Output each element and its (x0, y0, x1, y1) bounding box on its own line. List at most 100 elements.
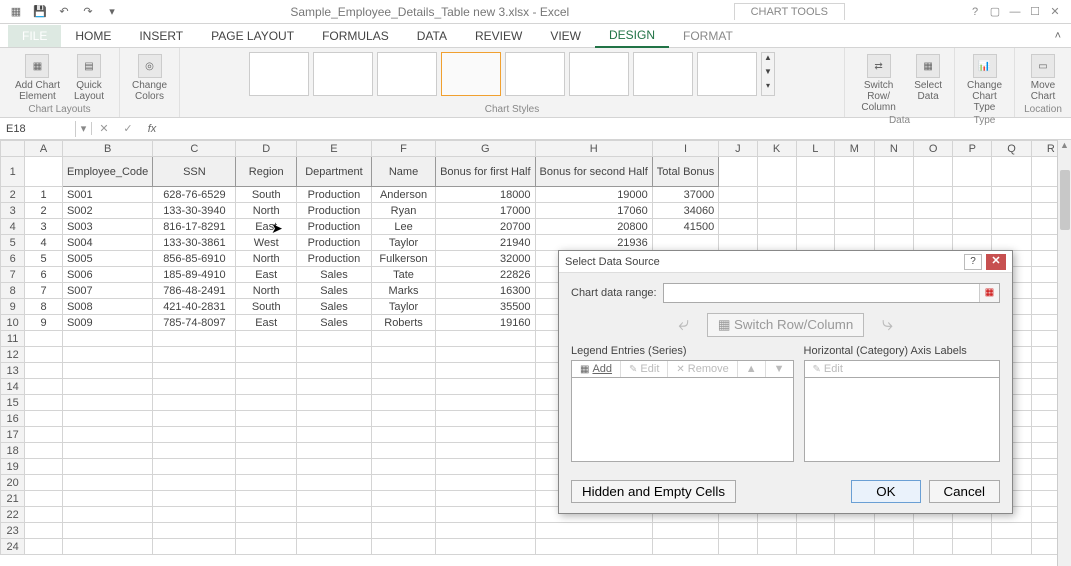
cell[interactable] (436, 491, 535, 507)
row-header-20[interactable]: 20 (1, 475, 25, 491)
cell[interactable] (757, 539, 796, 555)
cell[interactable]: North (236, 203, 296, 219)
cell[interactable]: 5 (25, 251, 63, 267)
row-header-5[interactable]: 5 (1, 235, 25, 251)
tab-file[interactable]: FILE (8, 25, 61, 47)
row-header-16[interactable]: 16 (1, 411, 25, 427)
cell[interactable] (236, 475, 296, 491)
cell[interactable] (25, 427, 63, 443)
ok-button[interactable]: OK (851, 480, 920, 503)
cell[interactable]: S007 (62, 283, 152, 299)
cell[interactable] (436, 507, 535, 523)
cell[interactable] (719, 187, 757, 203)
cell[interactable]: 22826 (436, 267, 535, 283)
cell[interactable] (25, 491, 63, 507)
row-header-18[interactable]: 18 (1, 443, 25, 459)
tab-insert[interactable]: INSERT (125, 25, 197, 47)
cell[interactable] (296, 523, 371, 539)
cell[interactable] (296, 427, 371, 443)
cell[interactable] (757, 235, 796, 251)
table-header[interactable]: SSN (153, 157, 236, 187)
cell[interactable] (236, 427, 296, 443)
cell[interactable]: Sales (296, 283, 371, 299)
row-header-6[interactable]: 6 (1, 251, 25, 267)
cell[interactable]: 20700 (436, 219, 535, 235)
cell[interactable] (296, 379, 371, 395)
cell[interactable] (153, 427, 236, 443)
enter-formula-icon[interactable]: ✓ (116, 122, 140, 135)
cell[interactable] (992, 219, 1031, 235)
cell[interactable] (25, 539, 63, 555)
col-header-J[interactable]: J (719, 141, 757, 157)
cell[interactable]: Fulkerson (371, 251, 435, 267)
col-header-I[interactable]: I (652, 141, 718, 157)
tab-formulas[interactable]: FORMULAS (308, 25, 403, 47)
cell[interactable] (835, 203, 875, 219)
cell[interactable] (371, 379, 435, 395)
cell[interactable] (371, 539, 435, 555)
cell[interactable]: South (236, 187, 296, 203)
cell[interactable] (296, 491, 371, 507)
row-header-9[interactable]: 9 (1, 299, 25, 315)
cell[interactable] (913, 219, 952, 235)
cell[interactable]: Production (296, 187, 371, 203)
cell[interactable] (913, 187, 952, 203)
undo-icon[interactable]: ↶ (54, 2, 74, 22)
category-listbox[interactable] (804, 378, 1000, 462)
cell[interactable] (25, 347, 63, 363)
cell[interactable] (25, 395, 63, 411)
cell[interactable] (25, 523, 63, 539)
cell[interactable] (436, 411, 535, 427)
tab-page-layout[interactable]: PAGE LAYOUT (197, 25, 308, 47)
row-header-12[interactable]: 12 (1, 347, 25, 363)
cell[interactable]: 133-30-3940 (153, 203, 236, 219)
col-header-H[interactable]: H (535, 141, 652, 157)
cell[interactable] (62, 379, 152, 395)
ribbon-options-icon[interactable]: ▢ (985, 5, 1005, 18)
cell[interactable]: 421-40-2831 (153, 299, 236, 315)
cell[interactable] (296, 443, 371, 459)
tab-home[interactable]: HOME (61, 25, 125, 47)
cell[interactable] (296, 507, 371, 523)
cell[interactable] (535, 539, 652, 555)
cell[interactable]: South (236, 299, 296, 315)
cell[interactable] (153, 347, 236, 363)
cell[interactable] (835, 219, 875, 235)
cell[interactable]: 3 (25, 219, 63, 235)
cell[interactable] (874, 219, 913, 235)
scroll-thumb[interactable] (1060, 170, 1070, 230)
redo-icon[interactable]: ↷ (78, 2, 98, 22)
move-chart-button[interactable]: ▭Move Chart (1027, 52, 1059, 104)
cell[interactable]: West (236, 235, 296, 251)
cell[interactable] (153, 459, 236, 475)
row-header-1[interactable]: 1 (1, 157, 25, 187)
table-header[interactable]: Region (236, 157, 296, 187)
chart-style-4[interactable] (441, 52, 501, 96)
cell[interactable] (874, 523, 913, 539)
cell[interactable] (153, 443, 236, 459)
cell[interactable] (953, 203, 992, 219)
cell[interactable]: 2 (25, 203, 63, 219)
cell[interactable] (296, 347, 371, 363)
cell[interactable] (436, 443, 535, 459)
cell[interactable]: S002 (62, 203, 152, 219)
cell[interactable]: 1 (25, 187, 63, 203)
row-header-14[interactable]: 14 (1, 379, 25, 395)
cell[interactable] (371, 363, 435, 379)
tab-format[interactable]: FORMAT (669, 25, 747, 47)
cell[interactable]: Production (296, 251, 371, 267)
tab-review[interactable]: REVIEW (461, 25, 536, 47)
cell[interactable] (796, 203, 835, 219)
cell[interactable]: 4 (25, 235, 63, 251)
cell[interactable]: North (236, 283, 296, 299)
cell[interactable] (436, 331, 535, 347)
change-chart-type-button[interactable]: 📊Change Chart Type (963, 52, 1006, 115)
cell[interactable] (62, 395, 152, 411)
cell[interactable] (953, 235, 992, 251)
maximize-icon[interactable]: ☐ (1025, 5, 1045, 18)
cell[interactable] (25, 379, 63, 395)
cell[interactable]: Anderson (371, 187, 435, 203)
col-header-F[interactable]: F (371, 141, 435, 157)
chart-style-6[interactable] (569, 52, 629, 96)
cell[interactable]: 20800 (535, 219, 652, 235)
